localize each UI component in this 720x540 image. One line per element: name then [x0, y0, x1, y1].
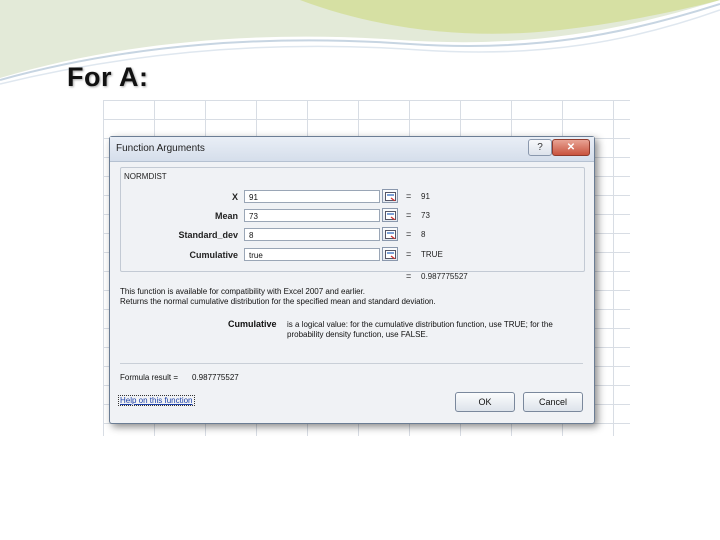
arg-label-x: X [231, 192, 238, 202]
arg-result-standard-dev: 8 [421, 230, 426, 239]
arg-result-cumulative: TRUE [421, 250, 443, 259]
equals-sign: = [406, 249, 412, 259]
arg-label-standard-dev: Standard_dev [178, 230, 238, 240]
dialog-titlebar: Function Arguments ? ✕ [110, 137, 594, 162]
arg-input-cumulative[interactable]: true [244, 248, 380, 261]
collapse-dialog-icon[interactable] [382, 247, 398, 261]
arg-result-x: 91 [421, 192, 430, 201]
equals-sign: = [406, 271, 412, 281]
dialog-title: Function Arguments [116, 143, 205, 154]
ok-button[interactable]: OK [455, 392, 515, 412]
formula-result-value: 0.987775527 [192, 373, 239, 382]
arg-input-standard-dev[interactable]: 8 [244, 228, 380, 241]
close-icon[interactable]: ✕ [552, 139, 590, 156]
arg-help-name: Cumulative [228, 319, 277, 329]
arg-help-line-1: is a logical value: for the cumulative d… [287, 320, 553, 329]
slide-title: For A: [67, 62, 149, 92]
collapse-dialog-icon[interactable] [382, 227, 398, 241]
function-arguments-dialog: Function Arguments ? ✕ NORMDIST X 91 = 9… [109, 136, 595, 424]
equals-sign: = [406, 191, 412, 201]
arg-result-mean: 73 [421, 211, 430, 220]
arg-help-line-2: probability density function, use FALSE. [287, 330, 428, 339]
help-on-function-link[interactable]: Help on this function [118, 395, 195, 406]
equals-sign: = [406, 210, 412, 220]
collapse-dialog-icon[interactable] [382, 189, 398, 203]
cancel-button[interactable]: Cancel [523, 392, 583, 412]
function-name: NORMDIST [124, 172, 167, 181]
arg-input-mean[interactable]: 73 [244, 209, 380, 222]
formula-result-label: Formula result = [120, 373, 179, 382]
arg-label-mean: Mean [214, 211, 238, 221]
equals-sign: = [406, 229, 412, 239]
arg-label-cumulative: Cumulative [189, 250, 238, 260]
divider [120, 363, 583, 364]
arg-input-x[interactable]: 91 [244, 190, 380, 203]
function-result: 0.987775527 [421, 272, 468, 281]
description-line-1: This function is available for compatibi… [120, 287, 366, 296]
description-line-2: Returns the normal cumulative distributi… [120, 297, 436, 306]
collapse-dialog-icon[interactable] [382, 208, 398, 222]
help-question-icon[interactable]: ? [528, 139, 552, 156]
